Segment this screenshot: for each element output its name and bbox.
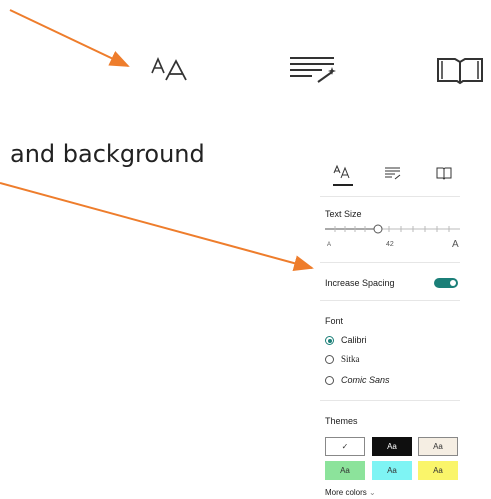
divider [320, 262, 460, 263]
tab-active-indicator [333, 184, 353, 186]
text-size-label: Text Size [325, 209, 362, 219]
increase-spacing-label: Increase Spacing [325, 278, 395, 288]
increase-spacing-toggle[interactable] [434, 278, 458, 288]
tab-grammar-options[interactable] [384, 166, 402, 180]
font-option-sitka[interactable]: Sitka [341, 354, 360, 364]
theme-swatch-black[interactable]: Aa [372, 437, 412, 456]
theme-swatch-cream[interactable]: Aa [418, 437, 458, 456]
tab-reading-preferences[interactable] [436, 166, 452, 180]
arrow-to-text-size-icon [9, 9, 130, 67]
more-colors-label: More colors [325, 488, 367, 497]
font-option-comic-sans[interactable]: Comic Sans [341, 375, 390, 385]
theme-swatch-white[interactable]: ✓ [325, 437, 365, 456]
grammar-icon[interactable] [288, 54, 340, 84]
tab-text-preferences[interactable] [333, 164, 353, 180]
divider [320, 400, 460, 401]
font-option-calibri[interactable]: Calibri [341, 335, 367, 345]
toggle-knob [450, 280, 456, 286]
font-option-sitka-radio[interactable] [325, 355, 334, 364]
theme-swatch-green[interactable]: Aa [325, 461, 365, 480]
divider [320, 300, 460, 301]
font-option-calibri-radio[interactable] [325, 336, 334, 345]
more-colors-link[interactable]: More colors ⌄ [325, 488, 376, 497]
themes-label: Themes [325, 416, 358, 426]
book-icon[interactable] [435, 55, 485, 85]
arrow-to-spacing [0, 182, 314, 271]
divider [320, 196, 460, 197]
caption-text: and background [10, 140, 205, 168]
font-option-comic-sans-radio[interactable] [325, 376, 334, 385]
text-size-large-glyph: A [452, 239, 459, 250]
theme-swatch-cyan[interactable]: Aa [372, 461, 412, 480]
text-size-icon[interactable] [150, 55, 195, 85]
theme-swatch-yellow[interactable]: Aa [418, 461, 458, 480]
text-size-slider[interactable] [325, 222, 460, 236]
text-size-value: 42 [386, 241, 394, 248]
font-label: Font [325, 316, 344, 326]
chevron-down-icon: ⌄ [369, 488, 376, 497]
text-size-small-glyph: A [327, 242, 332, 248]
slider-thumb [373, 224, 383, 234]
